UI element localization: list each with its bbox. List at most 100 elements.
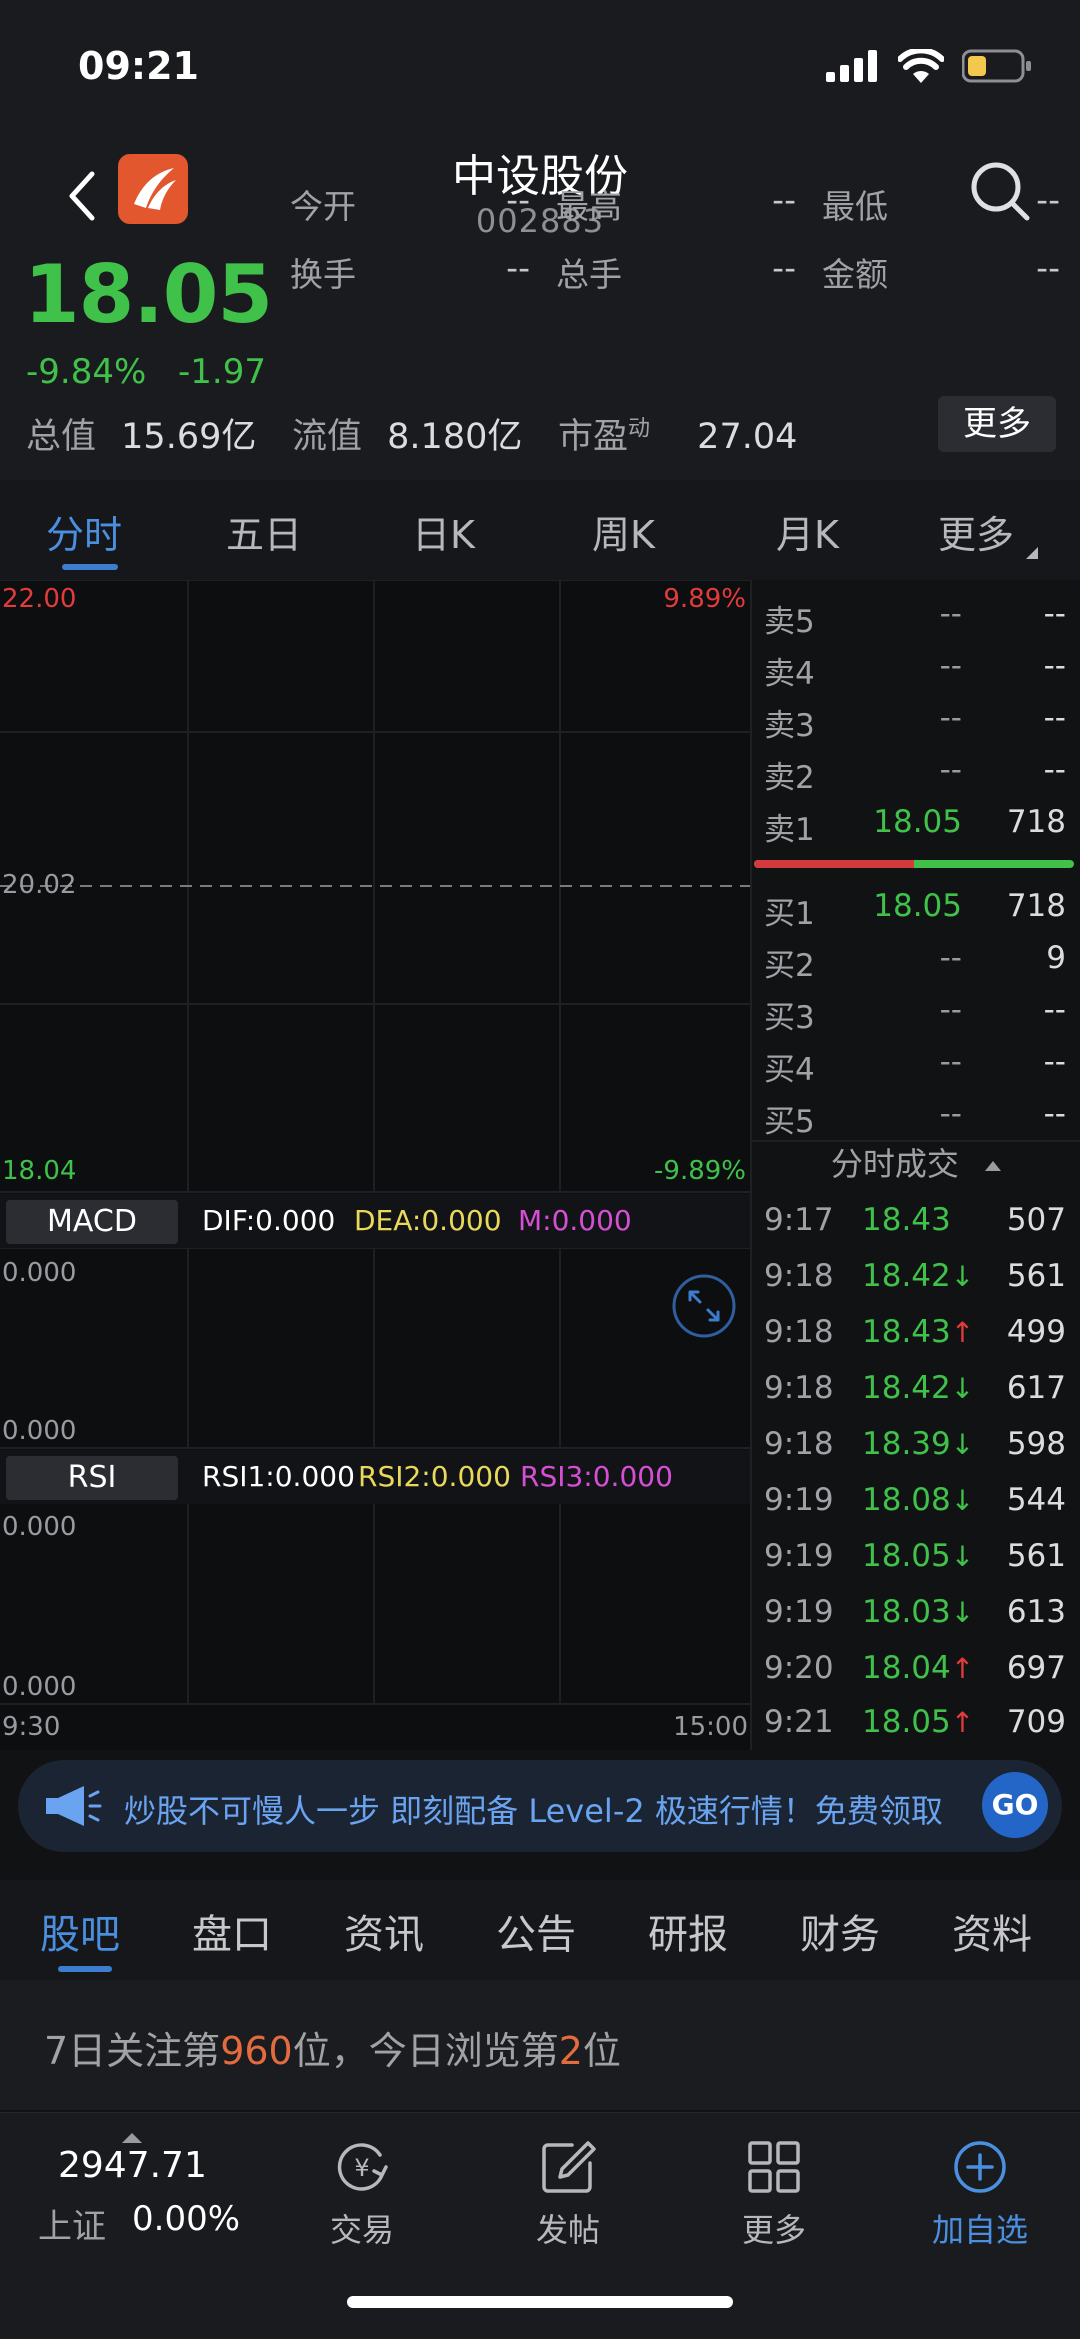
current-price: 18.05 — [24, 248, 273, 341]
ask-row: 卖5 -- -- — [764, 596, 1066, 640]
index-expand-icon — [122, 2133, 142, 2143]
tab-weekly-k[interactable]: 周K — [592, 504, 655, 559]
nav-post[interactable]: 发帖 — [478, 2113, 658, 2283]
bid-ratio-fill — [754, 860, 914, 868]
stat-open: 今开 -- — [290, 180, 530, 226]
pct-axis-bottom: -9.89% — [654, 1156, 746, 1186]
tick-row: 9:20 18.04↑ 697 — [764, 1650, 1066, 1686]
price-axis-mid: 20.02 — [2, 870, 77, 900]
bid-row: 买5 -- -- — [764, 1096, 1066, 1140]
total-market-cap: 总值 15.69亿 — [26, 417, 257, 457]
nav-trade[interactable]: ¥ 交易 — [272, 2113, 452, 2283]
bid-row: 买1 18.05 718 — [764, 888, 1066, 932]
nav-more[interactable]: 更多 — [684, 2113, 864, 2283]
price-axis-top: 22.00 — [2, 584, 77, 614]
ask-row: 卖3 -- -- — [764, 700, 1066, 744]
corner-triangle-icon — [1026, 547, 1039, 559]
time-axis-end: 15:00 — [673, 1712, 748, 1742]
nav-add-watchlist[interactable]: 加自选 — [890, 2113, 1070, 2283]
tick-row: 9:19 18.05↓ 561 — [764, 1538, 1066, 1574]
tab-monthly-k[interactable]: 月K — [776, 504, 839, 559]
macd-m: M:0.000 — [518, 1204, 632, 1237]
tick-row: 9:17 18.43 507 — [764, 1202, 1066, 1238]
rsi1: RSI1:0.000 — [202, 1460, 355, 1493]
ticks-header[interactable]: 分时成交 — [752, 1136, 1080, 1192]
level2-promo-banner[interactable]: 炒股不可慢人一步 即刻配备 Level-2 极速行情！免费领取 GO — [18, 1760, 1062, 1852]
stat-low: 最低 -- — [822, 180, 1060, 226]
signal-icon — [826, 50, 877, 82]
wifi-icon — [898, 49, 944, 83]
index-value[interactable]: 2947.71 — [58, 2145, 207, 2186]
home-indicator[interactable] — [347, 2296, 733, 2308]
status-bar: 09:21 — [0, 0, 1080, 130]
tab-five-day[interactable]: 五日 — [226, 504, 302, 559]
tick-row: 9:19 18.03↓ 613 — [764, 1594, 1066, 1630]
trade-icon: ¥ — [337, 2143, 388, 2191]
tick-row: 9:18 18.39↓ 598 — [764, 1426, 1066, 1462]
tab-daily-k[interactable]: 日K — [412, 504, 475, 559]
intraday-chart[interactable]: 22.00 9.89% 20.02 18.04 -9.89% MACD DIF:… — [0, 580, 750, 1750]
tab-handicap[interactable]: 盘口 — [192, 1902, 272, 1960]
tab-announcements[interactable]: 公告 — [496, 1902, 576, 1960]
tab-more-periods[interactable]: 更多 — [938, 504, 1039, 559]
macd-axis-top: 0.000 — [2, 1258, 77, 1288]
period-tabs: 分时 五日 日K 周K 月K 更多 — [0, 480, 1080, 580]
tick-row: 9:19 18.08↓ 544 — [764, 1482, 1066, 1518]
active-tab-indicator — [62, 564, 118, 570]
index-change: 0.00% — [132, 2199, 241, 2239]
sort-up-icon — [985, 1161, 1002, 1171]
tab-forum[interactable]: 股吧 — [40, 1902, 120, 1960]
pe-ratio: 市盈动 27.04 — [558, 416, 798, 457]
rsi3: RSI3:0.000 — [520, 1460, 673, 1493]
tab-finance[interactable]: 财务 — [800, 1902, 880, 1960]
tick-row: 9:18 18.42↓ 561 — [764, 1258, 1066, 1294]
time-axis-start: 9:30 — [2, 1712, 61, 1742]
go-button[interactable]: GO — [982, 1772, 1048, 1838]
status-time: 09:21 — [78, 44, 199, 88]
macd-dif: DIF:0.000 — [202, 1204, 336, 1237]
battery-icon — [962, 49, 1031, 83]
stat-volume: 总手 -- — [556, 248, 796, 294]
tab-intraday[interactable]: 分时 — [46, 504, 122, 559]
tick-row: 9:18 18.42↓ 617 — [764, 1370, 1066, 1406]
change-percent: -9.84% — [26, 352, 147, 392]
macd-dea: DEA:0.000 — [354, 1204, 502, 1237]
stat-high: 最高 -- — [556, 180, 796, 226]
rank-text: 7日关注第960位，今日浏览第2位 — [44, 2029, 621, 2073]
system-icons — [826, 46, 1032, 86]
expand-icon[interactable] — [672, 1274, 736, 1338]
promo-text: 炒股不可慢人一步 即刻配备 Level-2 极速行情！免费领取 — [124, 1792, 943, 1830]
grid-icon — [748, 2141, 800, 2193]
ask-row: 卖4 -- -- — [764, 648, 1066, 692]
macd-bar: MACD DIF:0.000 DEA:0.000 M:0.000 — [0, 1194, 750, 1248]
more-stats-button[interactable]: 更多 — [938, 396, 1056, 452]
section-tabs: 股吧 盘口 资讯 公告 研报 财务 资料 — [0, 1880, 1080, 1980]
macd-button[interactable]: MACD — [6, 1200, 178, 1244]
change-amount: -1.97 — [178, 352, 266, 392]
rsi-bar: RSI RSI1:0.000 RSI2:0.000 RSI3:0.000 — [0, 1450, 750, 1504]
stat-amount: 金额 -- — [822, 248, 1060, 294]
edit-icon — [542, 2141, 596, 2193]
rsi-axis-bottom: 0.000 — [2, 1672, 77, 1702]
chart-grid — [0, 580, 750, 1705]
tab-research[interactable]: 研报 — [648, 1902, 728, 1960]
tick-row: 9:18 18.43↑ 499 — [764, 1314, 1066, 1350]
tab-profile[interactable]: 资料 — [952, 1902, 1032, 1960]
bid-row: 买4 -- -- — [764, 1044, 1066, 1088]
float-market-cap: 流值 8.180亿 — [292, 417, 523, 457]
index-name[interactable]: 上证 — [38, 2199, 106, 2248]
bid-row: 买3 -- -- — [764, 992, 1066, 1036]
stat-turnover: 换手 -- — [290, 248, 530, 294]
tab-news[interactable]: 资讯 — [344, 1902, 424, 1960]
add-circle-icon — [954, 2141, 1006, 2193]
order-book: 卖5 -- -- 卖4 -- -- 卖3 -- -- 卖2 -- -- 卖1 1… — [752, 580, 1080, 1750]
bid-ask-ratio-bar — [754, 860, 1074, 868]
pct-axis-top: 9.89% — [663, 584, 746, 614]
rsi-button[interactable]: RSI — [6, 1456, 178, 1500]
attention-rank: 7日关注第960位，今日浏览第2位 — [0, 1980, 1080, 2110]
ask-row: 卖2 -- -- — [764, 752, 1066, 796]
tick-row: 9:21 18.05↑ 709 — [764, 1704, 1066, 1740]
price-axis-bottom: 18.04 — [2, 1156, 77, 1186]
megaphone-icon — [46, 1786, 102, 1826]
rsi-axis-top: 0.000 — [2, 1512, 77, 1542]
